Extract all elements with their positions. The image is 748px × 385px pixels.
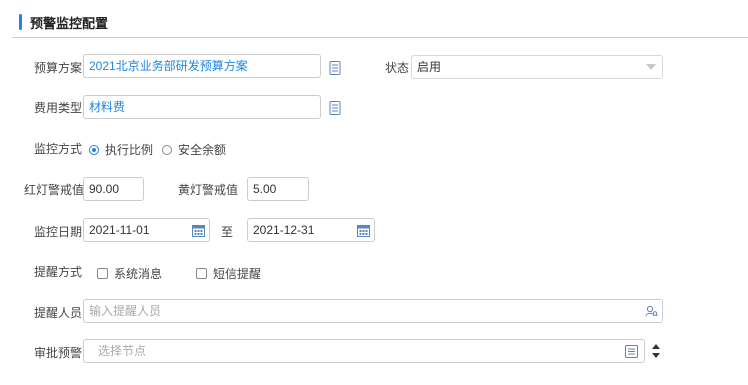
person-search-icon[interactable] — [645, 305, 658, 318]
radio-button[interactable] — [89, 144, 99, 155]
section-header: 预警监控配置 — [19, 13, 108, 31]
spin-up-icon[interactable] — [651, 342, 661, 350]
status-select[interactable]: 启用 — [411, 55, 663, 79]
start-date-input[interactable]: 2021-11-01 — [83, 218, 210, 242]
radio-label: 安全余额 — [178, 143, 227, 157]
reminder-person-placeholder: 输入提醒人员 — [89, 304, 162, 318]
checkbox-system-message[interactable]: 系统消息 — [97, 265, 162, 282]
divider — [12, 37, 748, 38]
yellow-threshold-input[interactable]: 5.00 — [247, 177, 309, 201]
reminder-person-label: 提醒人员 — [34, 306, 83, 320]
monitor-date-label: 监控日期 — [34, 225, 83, 239]
calendar-icon[interactable] — [357, 224, 370, 237]
spin-down-icon[interactable] — [651, 352, 661, 360]
reminder-person-input[interactable]: 输入提醒人员 — [83, 299, 663, 323]
budget-plan-field[interactable]: 2021北京业务部研发预算方案 — [83, 54, 321, 78]
chevron-down-icon — [646, 64, 656, 70]
radio-label: 执行比例 — [105, 143, 154, 157]
status-value: 启用 — [417, 60, 442, 74]
approval-alert-select[interactable]: 选择节点 — [83, 339, 645, 363]
budget-plan-picker-icon[interactable] — [329, 61, 341, 75]
approval-alert-placeholder: 选择节点 — [98, 344, 147, 358]
end-date-value: 2021-12-31 — [253, 223, 315, 237]
radio-button[interactable] — [162, 144, 172, 155]
list-icon[interactable] — [625, 345, 638, 358]
checkbox-label: 短信提醒 — [213, 267, 262, 281]
budget-plan-label: 预算方案 — [34, 61, 83, 75]
accent-bar — [19, 14, 22, 30]
expense-type-field[interactable]: 材料费 — [83, 95, 321, 119]
red-threshold-label: 红灯警戒值 — [24, 183, 85, 197]
section-title: 预警监控配置 — [30, 15, 109, 31]
radio-safe-balance[interactable]: 安全余额 — [162, 141, 226, 158]
radio-execution-ratio[interactable]: 执行比例 — [89, 141, 153, 158]
approval-alert-label: 审批预警 — [34, 346, 83, 360]
start-date-value: 2021-11-01 — [89, 223, 150, 237]
calendar-icon[interactable] — [192, 224, 205, 237]
checkbox[interactable] — [196, 268, 207, 279]
red-threshold-input[interactable]: 90.00 — [83, 177, 144, 201]
expense-type-label: 费用类型 — [34, 101, 83, 115]
checkbox[interactable] — [97, 268, 108, 279]
expense-type-picker-icon[interactable] — [329, 101, 341, 115]
monitor-mode-label: 监控方式 — [34, 142, 83, 156]
checkbox-sms-reminder[interactable]: 短信提醒 — [196, 265, 261, 282]
checkbox-label: 系统消息 — [114, 267, 163, 281]
reminder-mode-label: 提醒方式 — [34, 265, 83, 279]
yellow-threshold-label: 黄灯警戒值 — [178, 183, 239, 197]
status-label: 状态 — [385, 61, 410, 75]
end-date-input[interactable]: 2021-12-31 — [247, 218, 375, 242]
date-range-separator: 至 — [221, 225, 234, 239]
